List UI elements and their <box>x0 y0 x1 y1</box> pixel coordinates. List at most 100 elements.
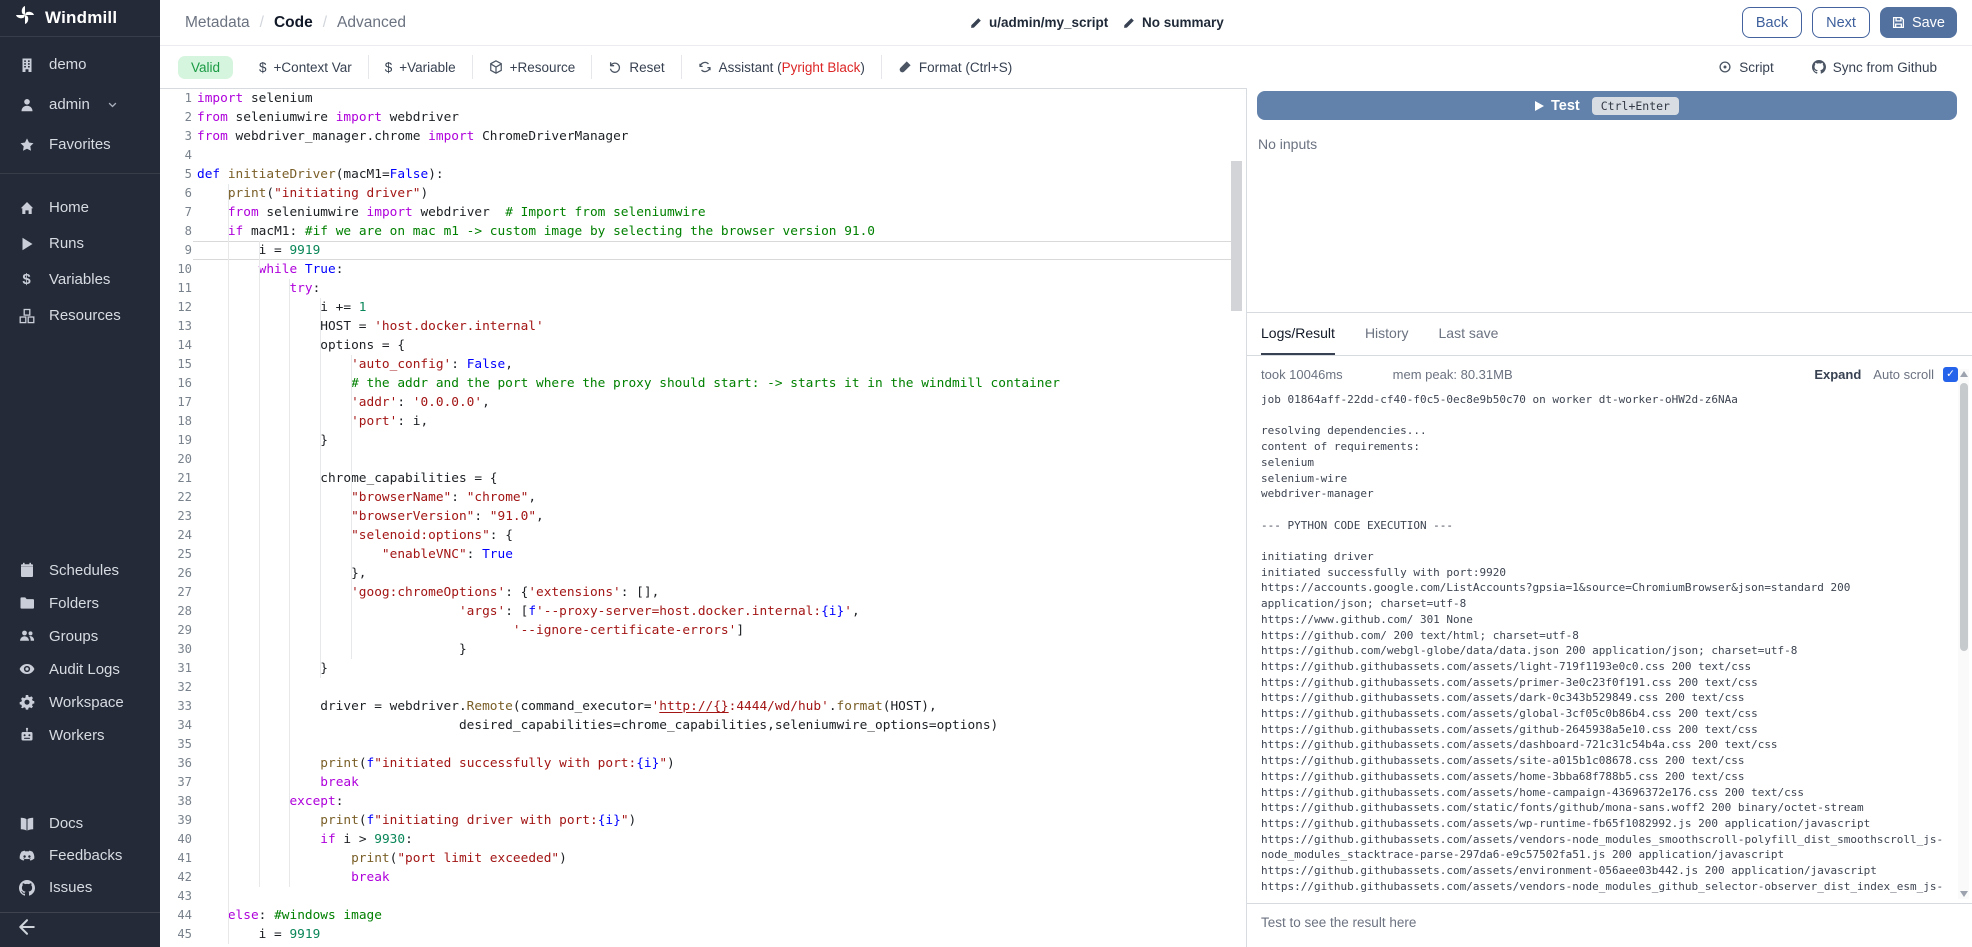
code-line[interactable]: print(f"initiated successfully with port… <box>197 754 1246 773</box>
sidebar: Windmill demoadminFavorites HomeRuns$Var… <box>0 0 160 947</box>
code-line[interactable]: } <box>197 640 1246 659</box>
sidebar-collapse-button[interactable] <box>0 912 160 947</box>
tab-last-save[interactable]: Last save <box>1439 313 1499 355</box>
sync-from-github-button[interactable]: Sync from Github <box>1812 54 1937 80</box>
reset-button[interactable]: Reset <box>592 54 680 80</box>
tab-metadata[interactable]: Metadata <box>185 14 250 32</box>
script-summary-edit[interactable]: No summary <box>1123 15 1224 30</box>
code-line[interactable]: 'auto_config': False, <box>197 355 1246 374</box>
code-line[interactable]: i = 9919 <box>197 925 1246 944</box>
code-line[interactable] <box>197 735 1246 754</box>
code-line[interactable]: HOST = 'host.docker.internal' <box>197 317 1246 336</box>
sidebar-item-folders[interactable]: Folders <box>0 587 160 620</box>
add-resource-button[interactable]: +Resource <box>473 54 592 80</box>
sidebar-item-home[interactable]: Home <box>0 190 160 226</box>
next-button[interactable]: Next <box>1812 7 1870 38</box>
code-line[interactable]: try: <box>197 279 1246 298</box>
code-line[interactable] <box>197 146 1246 165</box>
code-line[interactable]: "selenoid:options": { <box>197 526 1246 545</box>
sidebar-item-workspace[interactable]: Workspace <box>0 686 160 719</box>
sidebar-item-workers[interactable]: Workers <box>0 719 160 752</box>
log-scrollbar[interactable] <box>1958 369 1969 899</box>
code-line[interactable]: if i > 9930: <box>197 830 1246 849</box>
sidebar-item-feedbacks[interactable]: Feedbacks <box>0 840 160 872</box>
code-line[interactable]: print(f"initiating driver with port:{i}"… <box>197 811 1246 830</box>
tab-advanced[interactable]: Advanced <box>337 14 406 32</box>
line-number: 4 <box>160 146 192 165</box>
line-number: 32 <box>160 678 192 697</box>
sidebar-item-variables[interactable]: $Variables <box>0 262 160 298</box>
sidebar-item-audit-logs[interactable]: Audit Logs <box>0 653 160 686</box>
code-editor[interactable]: 1234567891011121314151617181920212223242… <box>160 89 1246 947</box>
tab-code[interactable]: Code <box>274 14 313 32</box>
sidebar-item-admin[interactable]: admin <box>0 85 160 125</box>
code-line[interactable]: print("port limit exceeded") <box>197 849 1246 868</box>
sidebar-item-favorites[interactable]: Favorites <box>0 125 160 165</box>
log-scrollbar-thumb[interactable] <box>1960 383 1968 651</box>
dollar-icon: $ <box>18 271 35 288</box>
code-line[interactable]: 'args': [f'--proxy-server=host.docker.in… <box>197 602 1246 621</box>
line-number: 29 <box>160 621 192 640</box>
code-line[interactable]: else: #windows image <box>197 906 1246 925</box>
code-line[interactable]: } <box>197 659 1246 678</box>
code-line[interactable] <box>197 887 1246 906</box>
code-line[interactable]: from seleniumwire import webdriver # Imp… <box>197 203 1246 222</box>
line-numbers: 1234567891011121314151617181920212223242… <box>160 89 192 944</box>
windmill-logo[interactable]: Windmill <box>0 0 160 37</box>
code-line[interactable]: break <box>197 773 1246 792</box>
code-line[interactable]: 'port': i, <box>197 412 1246 431</box>
code-line[interactable] <box>197 450 1246 469</box>
code-line[interactable]: options = { <box>197 336 1246 355</box>
assistant-button[interactable]: Assistant (Pyright Black) <box>682 54 881 80</box>
expand-button[interactable]: Expand <box>1814 367 1861 382</box>
script-kind-button[interactable]: Script <box>1718 54 1774 80</box>
tab-logs-result[interactable]: Logs/Result <box>1261 313 1335 355</box>
code-line[interactable]: while True: <box>197 260 1246 279</box>
code-line[interactable]: desired_capabilities=chrome_capabilities… <box>197 716 1246 735</box>
add-context-var-button[interactable]: $ +Context Var <box>243 54 368 80</box>
code-content[interactable]: import seleniumfrom seleniumwire import … <box>197 89 1246 944</box>
test-button[interactable]: Test Ctrl+Enter <box>1257 91 1957 120</box>
tab-history[interactable]: History <box>1365 313 1409 355</box>
back-button[interactable]: Back <box>1742 7 1802 38</box>
code-line[interactable]: } <box>197 431 1246 450</box>
code-line[interactable]: from webdriver_manager.chrome import Chr… <box>197 127 1246 146</box>
code-line[interactable]: if macM1: #if we are on mac m1 -> custom… <box>197 222 1246 241</box>
add-variable-button[interactable]: $ +Variable <box>369 54 472 80</box>
code-line[interactable]: "browserName": "chrome", <box>197 488 1246 507</box>
sidebar-item-groups[interactable]: Groups <box>0 620 160 653</box>
sidebar-item-demo[interactable]: demo <box>0 45 160 85</box>
sidebar-item-schedules[interactable]: Schedules <box>0 554 160 587</box>
code-line[interactable]: chrome_capabilities = { <box>197 469 1246 488</box>
format-button[interactable]: Format (Ctrl+S) <box>882 54 1028 80</box>
code-line[interactable]: # the addr and the port where the proxy … <box>197 374 1246 393</box>
code-line[interactable]: import selenium <box>197 89 1246 108</box>
code-line[interactable]: "browserVersion": "91.0", <box>197 507 1246 526</box>
save-button[interactable]: Save <box>1880 7 1957 38</box>
code-line[interactable]: break <box>197 868 1246 887</box>
dollar-icon: $ <box>385 60 393 75</box>
line-number: 9 <box>160 241 192 260</box>
code-line[interactable]: i = 9919 <box>197 241 1246 260</box>
scroll-up-arrow-icon[interactable] <box>1960 371 1968 377</box>
code-line[interactable]: }, <box>197 564 1246 583</box>
code-line[interactable]: except: <box>197 792 1246 811</box>
code-line[interactable]: driver = webdriver.Remote(command_execut… <box>197 697 1246 716</box>
code-line[interactable]: 'addr': '0.0.0.0', <box>197 393 1246 412</box>
code-line[interactable]: i += 1 <box>197 298 1246 317</box>
sidebar-item-resources[interactable]: Resources <box>0 298 160 334</box>
scroll-down-arrow-icon[interactable] <box>1960 891 1968 897</box>
sidebar-item-issues[interactable]: Issues <box>0 872 160 904</box>
code-line[interactable]: 'goog:chromeOptions': {'extensions': [], <box>197 583 1246 602</box>
code-line[interactable]: print("initiating driver") <box>197 184 1246 203</box>
code-line[interactable] <box>197 678 1246 697</box>
autoscroll-checkbox[interactable]: ✓ <box>1943 367 1958 382</box>
sidebar-item-docs[interactable]: Docs <box>0 808 160 840</box>
sidebar-item-runs[interactable]: Runs <box>0 226 160 262</box>
code-line[interactable]: "enableVNC": True <box>197 545 1246 564</box>
code-line[interactable]: def initiateDriver(macM1=False): <box>197 165 1246 184</box>
code-line[interactable]: from seleniumwire import webdriver <box>197 108 1246 127</box>
script-path-edit[interactable]: u/admin/my_script <box>970 15 1108 30</box>
code-line[interactable]: '--ignore-certificate-errors'] <box>197 621 1246 640</box>
editor-scrollbar-thumb[interactable] <box>1231 161 1242 311</box>
